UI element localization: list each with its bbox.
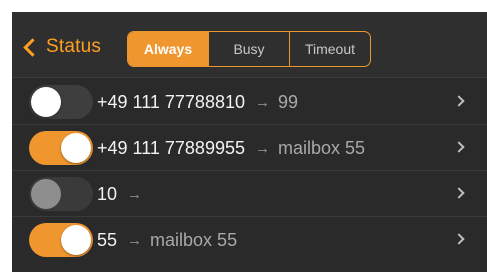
source-number: +49 111 77889955 bbox=[97, 137, 245, 158]
forward-target: mailbox 55 bbox=[150, 229, 238, 250]
chevron-right-icon bbox=[453, 187, 465, 199]
arrow-right-icon: → bbox=[127, 231, 143, 249]
chevron-right-icon bbox=[453, 233, 465, 245]
arrow-right-icon: → bbox=[127, 185, 143, 203]
phone-screen: Status Always Busy Timeout +49 111 77788… bbox=[12, 12, 487, 272]
list-item[interactable]: +49 111 77889955 → mailbox 55 bbox=[12, 125, 487, 171]
row-text: +49 111 77889955 → mailbox 55 bbox=[97, 125, 365, 171]
toggle-knob bbox=[61, 133, 91, 163]
forward-target: 99 bbox=[277, 91, 299, 112]
source-number: 55 bbox=[97, 229, 118, 250]
row-text: 55 → mailbox 55 bbox=[97, 217, 237, 263]
row-text: 10 → bbox=[97, 171, 150, 217]
forward-toggle[interactable] bbox=[29, 177, 93, 211]
arrow-right-icon: → bbox=[254, 93, 270, 111]
chevron-right-icon bbox=[453, 141, 465, 153]
forward-toggle[interactable] bbox=[29, 85, 93, 119]
segment-always[interactable]: Always bbox=[128, 32, 208, 66]
forwarding-list: +49 111 77788810 → 99 +49 111 77889955 →… bbox=[12, 79, 487, 263]
toggle-knob bbox=[31, 179, 61, 209]
source-number: +49 111 77788810 bbox=[97, 91, 245, 112]
forward-toggle[interactable] bbox=[29, 131, 93, 165]
mode-segmented-control: Always Busy Timeout bbox=[127, 31, 371, 67]
back-button-label: Status bbox=[46, 36, 102, 57]
back-button[interactable]: Status bbox=[20, 34, 101, 60]
source-number: 10 bbox=[97, 183, 118, 204]
toggle-knob bbox=[61, 225, 91, 255]
list-item[interactable]: +49 111 77788810 → 99 bbox=[12, 79, 487, 125]
list-item[interactable]: 55 → mailbox 55 bbox=[12, 217, 487, 263]
forward-toggle[interactable] bbox=[29, 223, 93, 257]
navigation-bar: Status Always Busy Timeout bbox=[12, 12, 487, 78]
toggle-knob bbox=[31, 87, 61, 117]
arrow-right-icon: → bbox=[254, 139, 270, 157]
list-item[interactable]: 10 → bbox=[12, 171, 487, 217]
segment-busy[interactable]: Busy bbox=[208, 32, 289, 66]
segment-timeout[interactable]: Timeout bbox=[289, 32, 370, 66]
row-text: +49 111 77788810 → 99 bbox=[97, 79, 298, 125]
forward-target: mailbox 55 bbox=[277, 137, 366, 158]
chevron-right-icon bbox=[453, 95, 465, 107]
chevron-left-icon bbox=[23, 37, 42, 57]
